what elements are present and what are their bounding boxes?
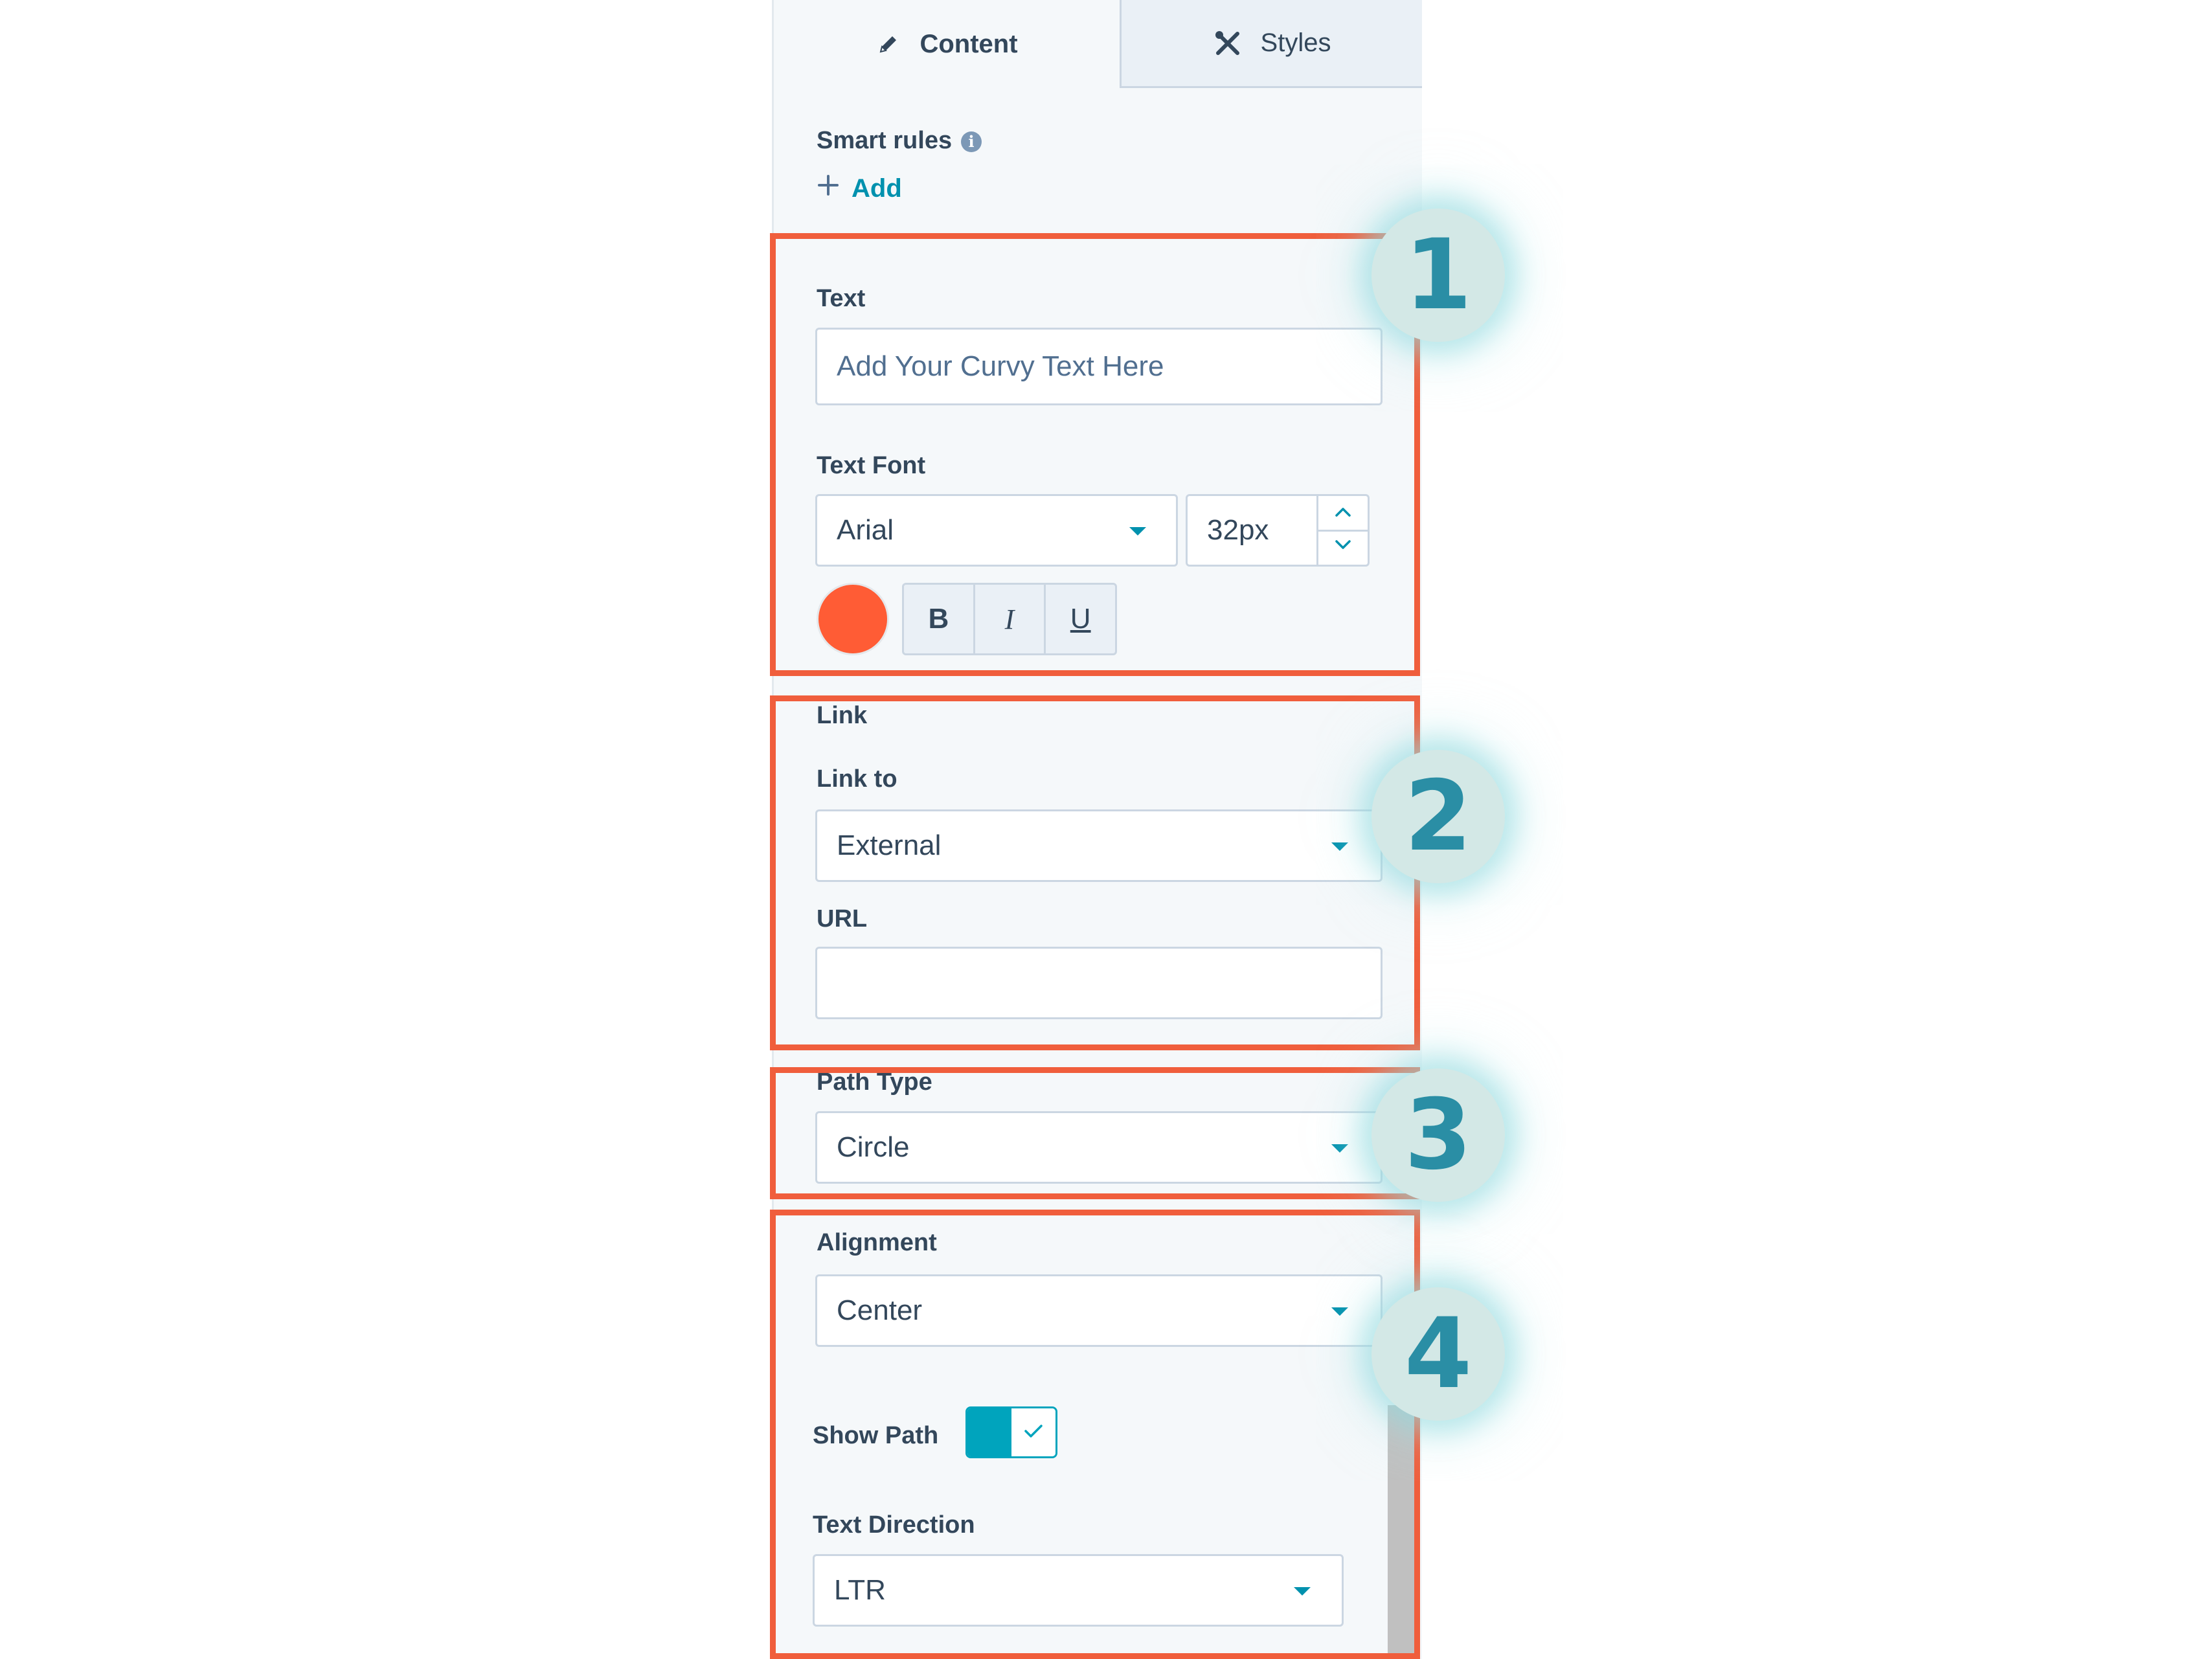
text-input-value: Add Your Curvy Text Here	[837, 350, 1164, 382]
plus-icon	[817, 174, 840, 203]
link-to-value: External	[837, 830, 942, 861]
add-label: Add	[852, 174, 902, 203]
underline-button[interactable]: U	[1044, 585, 1115, 653]
url-label: URL	[817, 905, 868, 932]
callout-badge-2: 2	[1371, 750, 1505, 883]
stepper-divider	[1318, 530, 1368, 532]
chevron-down-icon	[1331, 842, 1348, 851]
link-to-label: Link to	[817, 765, 897, 793]
link-to-select[interactable]: External	[815, 809, 1382, 882]
tab-bar: Content Styles	[774, 0, 1422, 88]
tab-styles-label: Styles	[1260, 28, 1331, 57]
text-direction-label: Text Direction	[813, 1511, 975, 1539]
text-direction-select[interactable]: LTR	[813, 1554, 1344, 1627]
bold-button[interactable]: B	[904, 585, 973, 653]
add-smart-rule-button[interactable]: Add	[817, 174, 902, 203]
callout-badge-3: 3	[1371, 1068, 1505, 1202]
screenshot-stage: Content Styles Smart rules i Add Text Ad…	[0, 0, 2212, 1659]
text-label: Text	[817, 285, 866, 312]
callout-badge-1: 1	[1371, 209, 1505, 342]
tab-content[interactable]: Content	[774, 0, 1120, 88]
font-size-value: 32px	[1207, 514, 1269, 546]
font-size-input[interactable]: 32px	[1186, 494, 1322, 567]
toggle-fill	[967, 1408, 1011, 1456]
pencil-icon	[875, 31, 901, 57]
chevron-down-icon	[1331, 1144, 1348, 1153]
font-size-stepper	[1316, 494, 1370, 567]
info-icon[interactable]: i	[961, 131, 982, 152]
content-editor-panel: Content Styles Smart rules i Add Text Ad…	[772, 0, 1422, 1659]
check-icon	[1022, 1421, 1044, 1444]
chevron-down-icon[interactable]	[1333, 537, 1353, 556]
smart-rules-heading: Smart rules i	[817, 127, 982, 155]
panel-scrollbar[interactable]	[1388, 1405, 1419, 1659]
link-heading: Link	[817, 702, 868, 729]
text-input[interactable]: Add Your Curvy Text Here	[815, 328, 1382, 405]
tools-icon	[1213, 28, 1243, 58]
alignment-select[interactable]: Center	[815, 1274, 1382, 1347]
chevron-up-icon[interactable]	[1333, 504, 1353, 523]
chevron-down-icon	[1129, 527, 1146, 536]
font-family-select[interactable]: Arial	[815, 494, 1178, 567]
show-path-label: Show Path	[813, 1422, 939, 1449]
alignment-label: Alignment	[817, 1229, 937, 1256]
text-format-group: B I U	[902, 583, 1117, 655]
callout-badge-4: 4	[1371, 1287, 1505, 1421]
path-type-select[interactable]: Circle	[815, 1111, 1382, 1184]
font-family-value: Arial	[837, 514, 894, 546]
smart-rules-label: Smart rules	[817, 127, 953, 154]
toggle-knob	[1011, 1408, 1055, 1456]
chevron-down-icon	[1331, 1307, 1348, 1316]
text-direction-value: LTR	[834, 1574, 886, 1606]
url-input[interactable]	[815, 947, 1382, 1019]
italic-button[interactable]: I	[973, 585, 1044, 653]
tab-content-label: Content	[920, 29, 1018, 58]
tab-styles[interactable]: Styles	[1120, 0, 1422, 88]
chevron-down-icon	[1294, 1587, 1311, 1596]
show-path-toggle[interactable]	[965, 1406, 1057, 1458]
alignment-value: Center	[837, 1294, 923, 1326]
text-color-swatch[interactable]	[817, 583, 889, 655]
path-type-label: Path Type	[817, 1068, 932, 1096]
text-font-label: Text Font	[817, 452, 926, 479]
path-type-value: Circle	[837, 1131, 910, 1163]
